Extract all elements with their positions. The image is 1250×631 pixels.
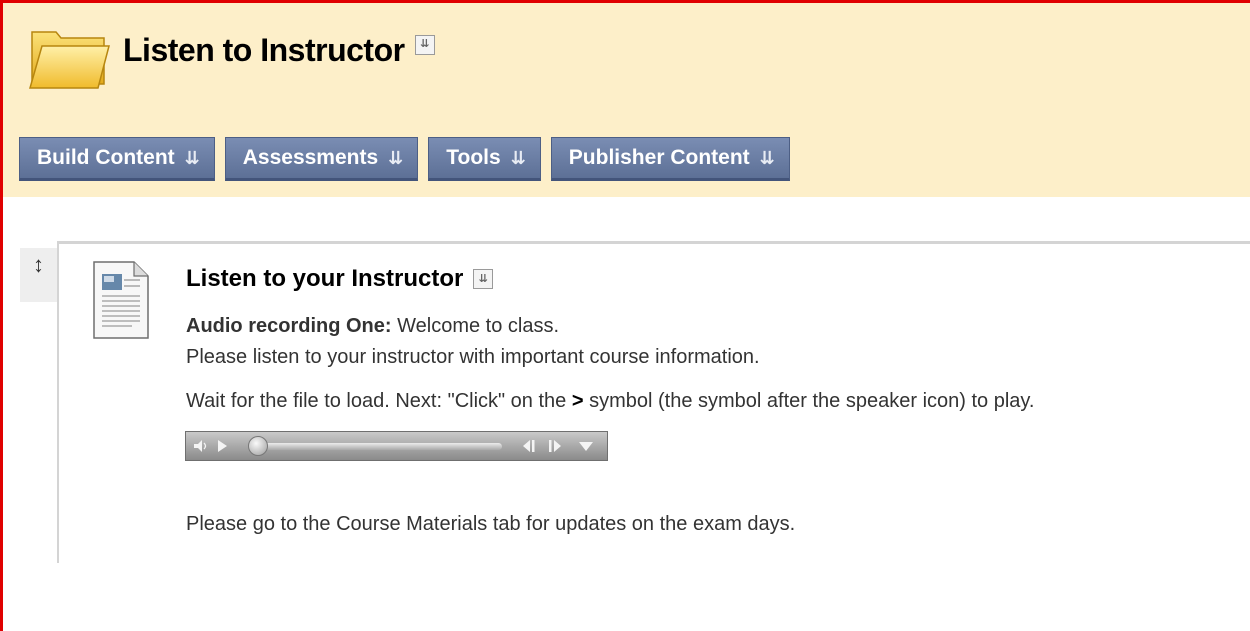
recording-description: Welcome to class.: [391, 315, 560, 337]
fast-forward-icon[interactable]: [544, 436, 564, 456]
drag-handle-icon[interactable]: ↕: [20, 248, 57, 302]
content-item-menu-icon[interactable]: ⇊: [473, 269, 494, 289]
instruction-text-after: symbol (the symbol after the speaker ico…: [583, 390, 1035, 412]
speaker-icon[interactable]: [192, 436, 210, 456]
double-chevron-down-icon: ⇊: [759, 147, 775, 168]
page-title: Listen to Instructor ⇊: [123, 32, 435, 69]
seek-track[interactable]: [252, 443, 502, 450]
menu-arrow-icon[interactable]: [574, 436, 598, 456]
recording-label: Audio recording One:: [186, 315, 392, 337]
page-title-text: Listen to Instructor: [123, 32, 405, 68]
double-chevron-down-icon: ⇊: [510, 147, 526, 168]
publisher-content-button[interactable]: Publisher Content ⇊: [550, 137, 790, 181]
document-icon: [93, 261, 149, 339]
page-title-menu-icon[interactable]: ⇊: [414, 34, 435, 55]
description-line-3: Wait for the file to load. Next: "Click"…: [186, 390, 1034, 413]
folder-icon: [29, 31, 110, 89]
build-content-button[interactable]: Build Content ⇊: [19, 137, 215, 181]
publisher-content-label: Publisher Content: [568, 146, 750, 169]
content-toolbar: Build Content ⇊ Assessments ⇊ Tools ⇊ Pu…: [19, 137, 790, 181]
instruction-text-before: Wait for the file to load. Next: "Click"…: [186, 390, 572, 412]
tools-button[interactable]: Tools ⇊: [428, 137, 541, 181]
build-content-label: Build Content: [37, 146, 175, 169]
description-line-2: Please listen to your instructor with im…: [186, 346, 760, 368]
rewind-icon[interactable]: [520, 436, 540, 456]
audio-player: [185, 431, 608, 461]
description-line-4: Please go to the Course Materials tab fo…: [186, 513, 796, 535]
seek-thumb[interactable]: [248, 436, 268, 456]
play-symbol: >: [571, 390, 584, 412]
double-chevron-down-icon: ⇊: [388, 147, 404, 168]
description-line-1: Audio recording One: Welcome to class.: [186, 315, 559, 338]
play-icon[interactable]: [214, 436, 230, 456]
assessments-button[interactable]: Assessments ⇊: [224, 137, 419, 181]
content-item-title-text: Listen to your Instructor: [186, 265, 464, 292]
tools-label: Tools: [446, 146, 501, 169]
assessments-label: Assessments: [242, 146, 379, 169]
content-item-title: Listen to your Instructor ⇊: [186, 265, 494, 293]
double-chevron-down-icon: ⇊: [184, 147, 200, 168]
